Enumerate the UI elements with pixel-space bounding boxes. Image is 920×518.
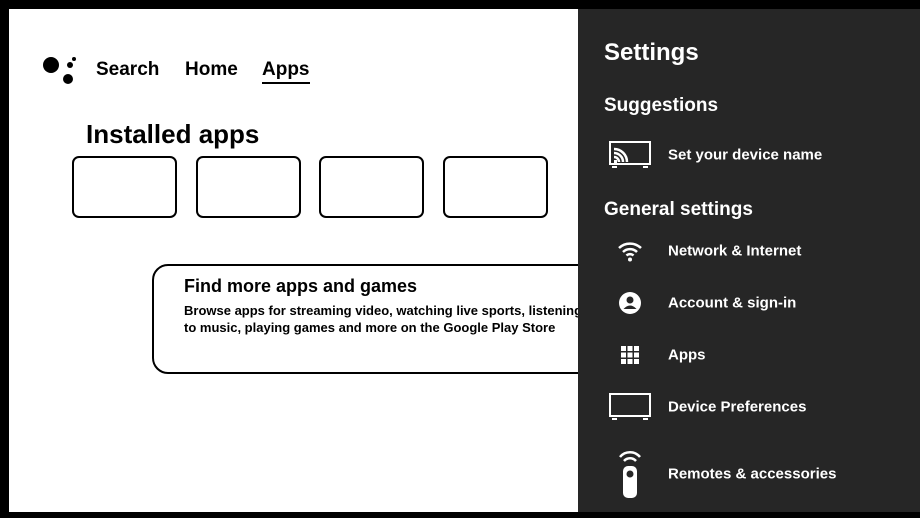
settings-item-label: Set your device name bbox=[668, 146, 823, 164]
app-tile[interactable] bbox=[72, 156, 177, 218]
tv-screen: Search Home Apps Installed apps Find mor… bbox=[0, 0, 920, 518]
settings-title: Settings bbox=[604, 39, 699, 66]
app-tile[interactable] bbox=[443, 156, 548, 218]
settings-item-label: Account & sign-in bbox=[668, 294, 797, 312]
nav-search[interactable]: Search bbox=[96, 59, 159, 81]
settings-item-network[interactable]: Network & Internet bbox=[578, 228, 920, 274]
apps-grid-icon bbox=[608, 332, 652, 378]
find-more-apps-card[interactable]: Find more apps and games Browse apps for… bbox=[152, 264, 578, 374]
app-tile[interactable] bbox=[319, 156, 424, 218]
promo-title: Find more apps and games bbox=[184, 276, 418, 296]
nav-home[interactable]: Home bbox=[185, 59, 238, 81]
settings-item-label: Remotes & accessories bbox=[668, 465, 837, 483]
settings-item-device-preferences[interactable]: Device Preferences bbox=[578, 384, 920, 430]
app-tile[interactable] bbox=[196, 156, 301, 218]
settings-item-label: Device Preferences bbox=[668, 398, 807, 416]
settings-item-remotes[interactable]: Remotes & accessories bbox=[578, 445, 920, 503]
settings-panel: Settings Suggestions Set your device nam… bbox=[578, 9, 920, 512]
settings-item-account[interactable]: Account & sign-in bbox=[578, 280, 920, 326]
settings-item-label: Apps bbox=[668, 346, 706, 364]
settings-item-device-name[interactable]: Set your device name bbox=[578, 132, 920, 178]
settings-item-apps[interactable]: Apps bbox=[578, 332, 920, 378]
settings-item-label: Network & Internet bbox=[668, 242, 802, 260]
wifi-icon bbox=[608, 228, 652, 274]
assistant-icon[interactable] bbox=[42, 54, 78, 88]
promo-description: Browse apps for streaming video, watchin… bbox=[184, 303, 578, 335]
home-screen: Search Home Apps Installed apps Find mor… bbox=[9, 9, 578, 512]
installed-apps-title: Installed apps bbox=[86, 119, 260, 149]
suggestions-heading: Suggestions bbox=[604, 95, 719, 116]
tv-icon bbox=[608, 384, 652, 430]
remote-icon bbox=[608, 445, 652, 503]
account-icon bbox=[608, 280, 652, 326]
cast-tv-icon bbox=[608, 132, 652, 178]
general-settings-heading: General settings bbox=[604, 199, 753, 220]
nav-apps[interactable]: Apps bbox=[262, 59, 310, 84]
